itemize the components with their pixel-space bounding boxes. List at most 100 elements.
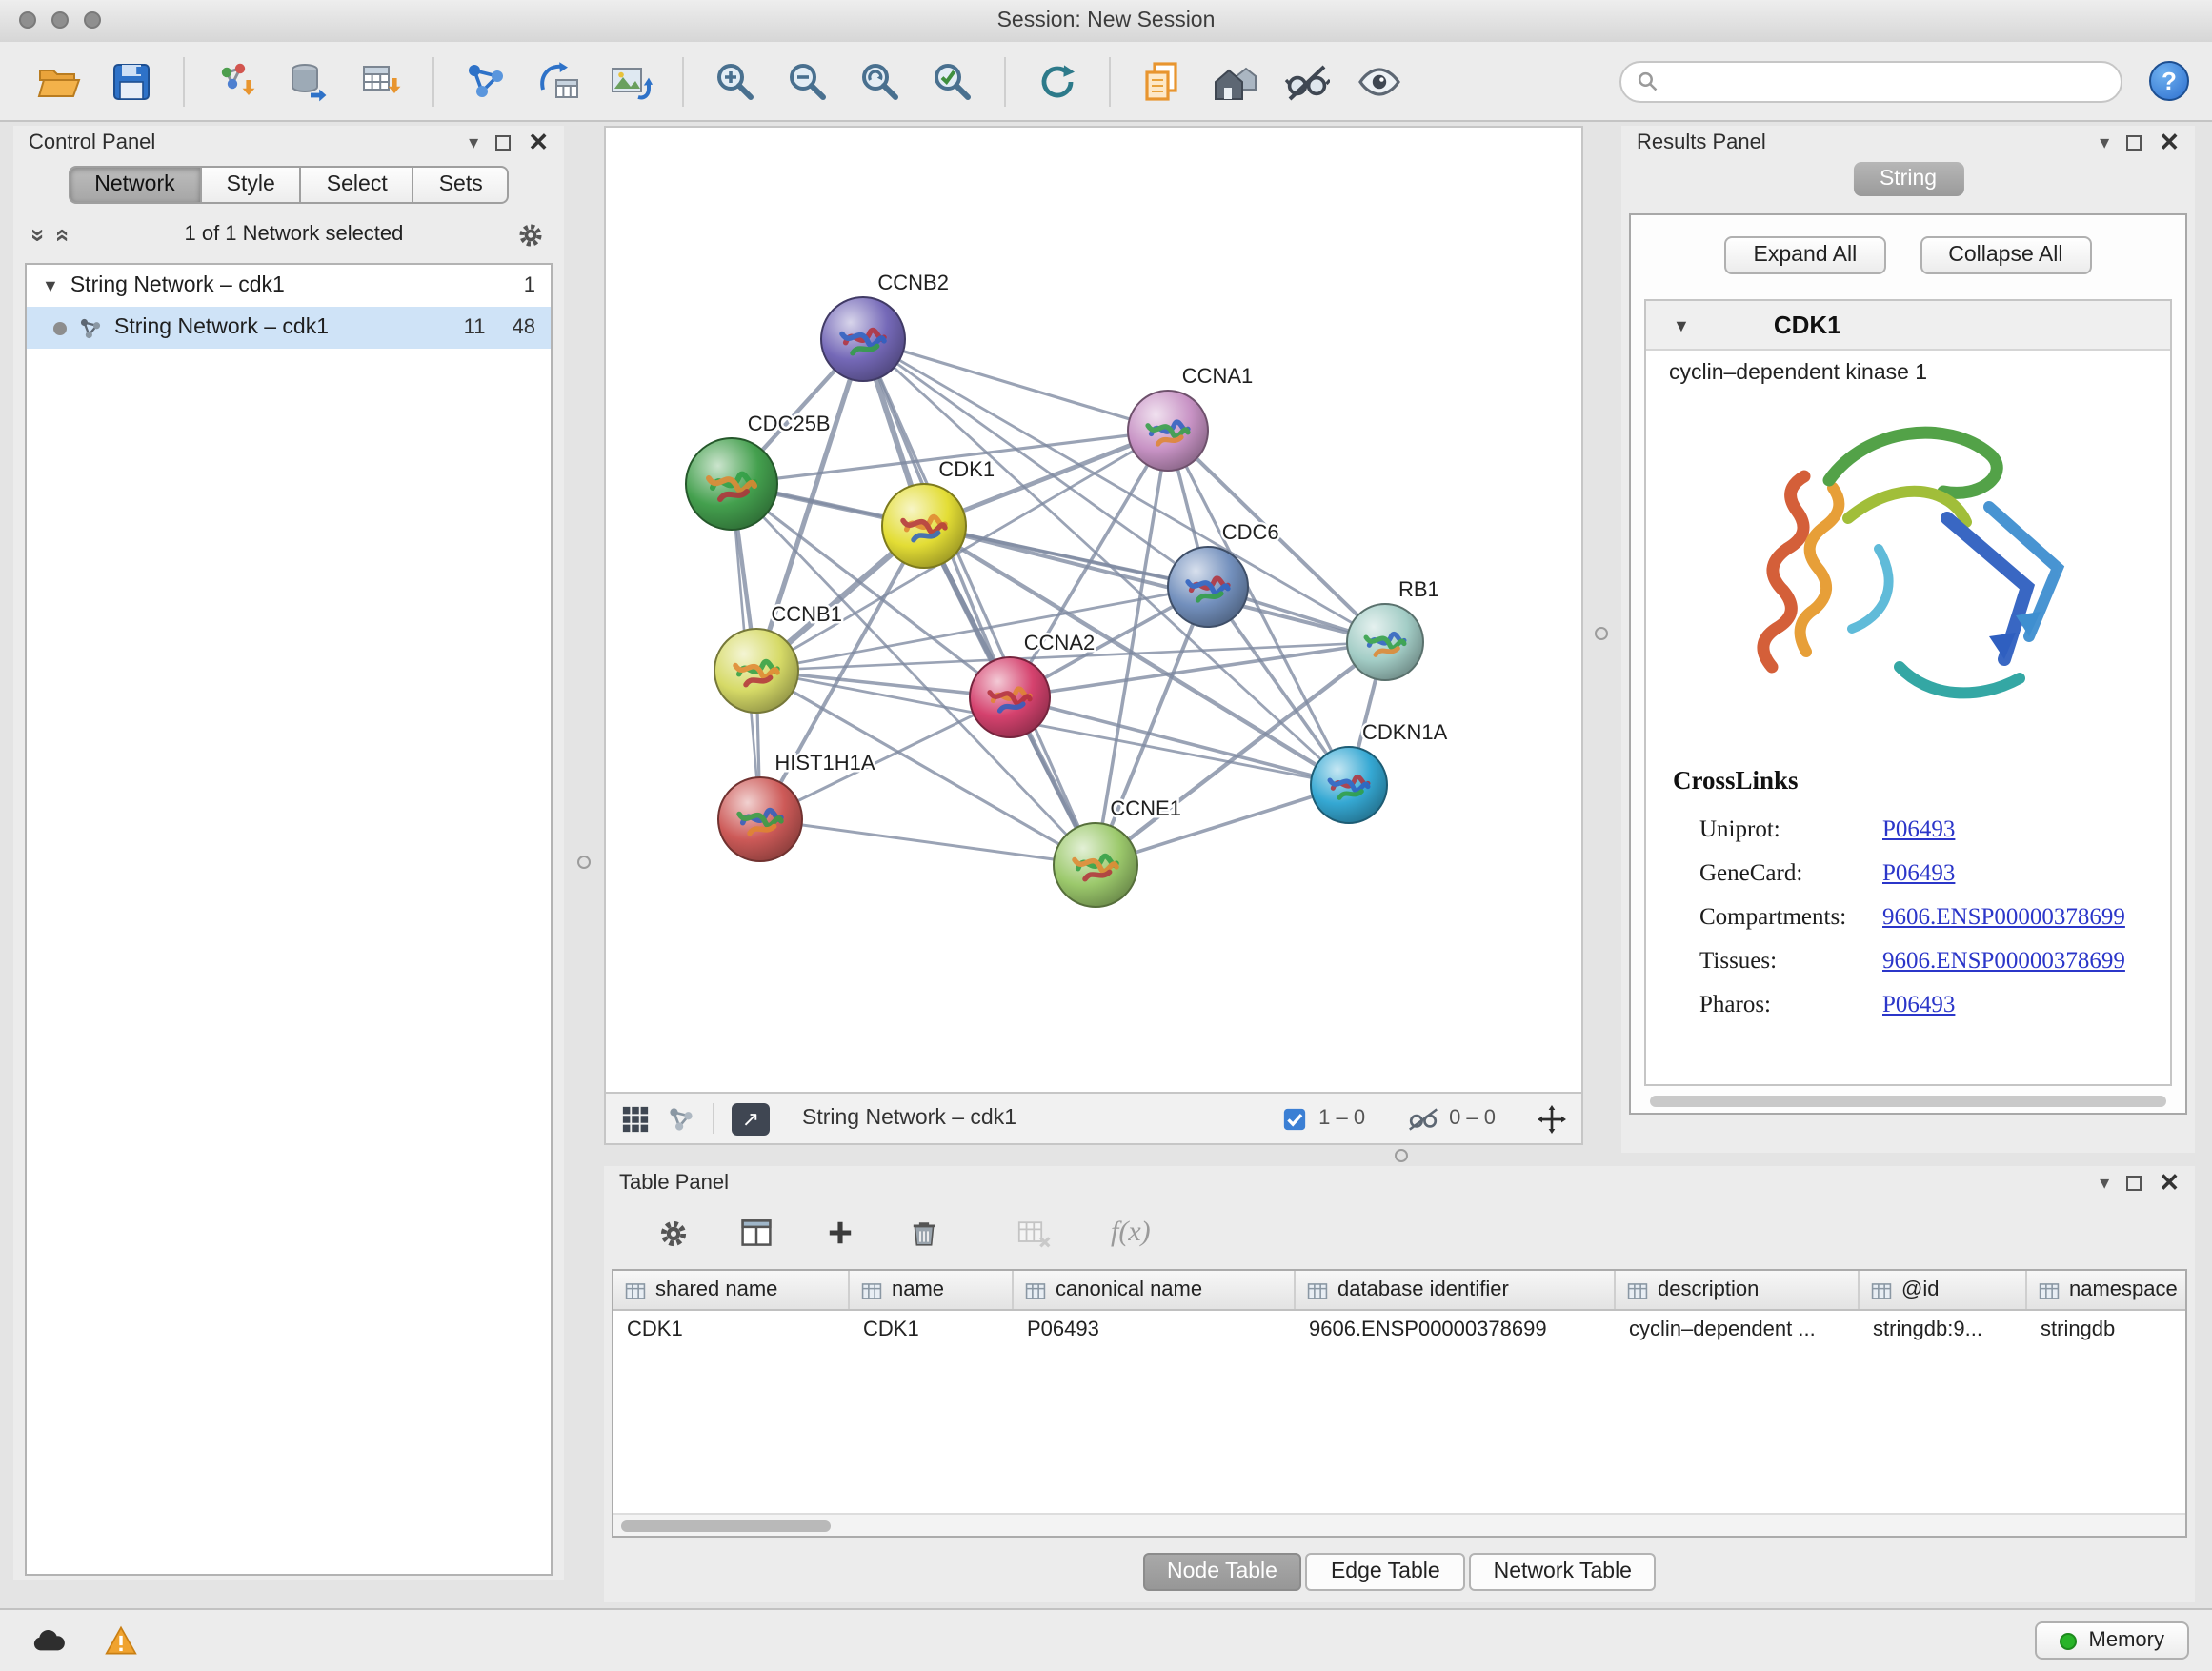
crosslink-uniprot[interactable]: P06493	[1882, 815, 1955, 844]
gear-icon[interactable]	[516, 220, 545, 249]
splitter-handle[interactable]	[1595, 627, 1608, 640]
network-edge-CCNB2-CCNE1[interactable]	[863, 339, 1096, 865]
delete-column-button[interactable]	[901, 1210, 947, 1256]
table-cell[interactable]: P06493	[1014, 1318, 1296, 1340]
collapse-all-button[interactable]: Collapse All	[1920, 236, 2091, 274]
string-confidence-button[interactable]	[1204, 52, 1265, 110]
crosshair-icon[interactable]	[1538, 1104, 1566, 1133]
tab-network[interactable]: Network	[68, 166, 201, 204]
hidden-glasses-icon[interactable]	[1407, 1106, 1438, 1131]
crosslink-tissues[interactable]: 9606.ENSP00000378699	[1882, 947, 2125, 976]
warning-icon	[104, 1625, 136, 1656]
help-button[interactable]: ?	[2149, 61, 2189, 101]
collapse-section-icon[interactable]: ▼	[1673, 315, 1690, 334]
column-header-shared-name[interactable]: shared name	[613, 1271, 850, 1309]
zoom-fit-icon	[857, 58, 903, 104]
network-canvas[interactable]: CCNB2CCNA1CDC25BCDK1CDC6RB1CCNB1CCNA2CDK…	[604, 126, 1583, 1094]
table-cell[interactable]: CDK1	[613, 1318, 850, 1340]
table-cell[interactable]: CDK1	[850, 1318, 1014, 1340]
column-header-namespace[interactable]: namespace	[2027, 1271, 2187, 1309]
birdseye-grid-icon[interactable]	[621, 1104, 650, 1133]
crosslink-genecard[interactable]: P06493	[1882, 859, 1955, 888]
export-network-button[interactable]	[528, 52, 589, 110]
selected-counter: 1 – 0	[1318, 1107, 1365, 1130]
annotations-button[interactable]	[1132, 52, 1193, 110]
close-panel-icon[interactable]: ✕	[2159, 133, 2180, 152]
network-collection-row[interactable]: ▼ String Network – cdk1 1	[27, 265, 551, 307]
selected-checkbox-icon[interactable]	[1282, 1106, 1307, 1131]
tab-edge-table[interactable]: Edge Table	[1306, 1553, 1465, 1591]
table-cell[interactable]: stringdb:9...	[1860, 1318, 2027, 1340]
tab-sets[interactable]: Sets	[414, 166, 510, 204]
tree-expand-icon[interactable]: ▼	[42, 276, 59, 295]
network-edge-CCNB2-CCNA1[interactable]	[863, 339, 1168, 431]
crosslink-compartments[interactable]: 9606.ENSP00000378699	[1882, 903, 2125, 932]
memory-button[interactable]: Memory	[2036, 1621, 2189, 1660]
tab-string[interactable]: String	[1853, 162, 1963, 196]
documents-icon	[1139, 58, 1185, 104]
create-column-button[interactable]	[817, 1210, 863, 1256]
panel-menu-icon[interactable]: ▾	[2100, 1173, 2109, 1194]
show-columns-button[interactable]	[734, 1210, 779, 1256]
table-row[interactable]: CDK1CDK1P064939606.ENSP00000378699cyclin…	[613, 1311, 2185, 1347]
column-header-description[interactable]: description	[1616, 1271, 1860, 1309]
tab-select[interactable]: Select	[302, 166, 414, 204]
zoom-selected-button[interactable]	[922, 52, 983, 110]
tab-node-table[interactable]: Node Table	[1142, 1553, 1302, 1591]
cloud-button[interactable]	[23, 1620, 72, 1661]
table-cell[interactable]: stringdb	[2027, 1318, 2187, 1340]
zoom-fit-button[interactable]	[850, 52, 911, 110]
network-edge-HIST1H1A-CCNE1[interactable]	[760, 819, 1096, 865]
network-edge-CDK1-RB1[interactable]	[924, 526, 1385, 642]
warnings-button[interactable]	[95, 1620, 145, 1661]
tab-network-table[interactable]: Network Table	[1469, 1553, 1657, 1591]
cloud-icon	[30, 1627, 66, 1654]
function-builder-button[interactable]: f(x)	[1111, 1217, 1151, 1249]
search-input[interactable]	[1667, 68, 2105, 94]
close-panel-icon[interactable]: ✕	[2159, 1174, 2180, 1193]
float-panel-icon[interactable]	[2126, 135, 2142, 151]
table-horizontal-scrollbar[interactable]	[613, 1513, 2185, 1536]
string-style-button[interactable]	[1277, 52, 1337, 110]
network-row[interactable]: String Network – cdk1 11 48	[27, 307, 551, 349]
column-header-name[interactable]: name	[850, 1271, 1014, 1309]
network-table-icon	[535, 58, 581, 104]
tab-style[interactable]: Style	[202, 166, 302, 204]
import-network-database-button[interactable]	[278, 52, 339, 110]
column-header-canonical-name[interactable]: canonical name	[1014, 1271, 1296, 1309]
crosslink-pharos[interactable]: P06493	[1882, 991, 1955, 1019]
import-network-file-button[interactable]	[206, 52, 267, 110]
panel-menu-icon[interactable]: ▾	[2100, 132, 2109, 153]
toolbar-separator	[183, 56, 185, 106]
save-session-button[interactable]	[101, 52, 162, 110]
float-panel-icon[interactable]	[2126, 1176, 2142, 1191]
open-session-button[interactable]	[29, 52, 90, 110]
open-in-window-button[interactable]: ↗	[732, 1102, 770, 1135]
close-panel-icon[interactable]: ✕	[528, 133, 549, 152]
splitter-handle[interactable]	[1395, 1149, 1408, 1162]
search-box[interactable]	[1619, 60, 2122, 102]
show-graphics-details-button[interactable]	[1349, 52, 1410, 110]
import-table-button[interactable]	[351, 52, 412, 110]
column-header-database-identifier[interactable]: database identifier	[1296, 1271, 1616, 1309]
collection-label: String Network – cdk1	[70, 274, 285, 297]
expand-all-icon[interactable]: «	[50, 228, 79, 241]
delete-table-button[interactable]	[1012, 1210, 1057, 1256]
splitter-handle[interactable]	[577, 856, 591, 869]
scrollbar-thumb[interactable]	[621, 1520, 831, 1532]
zoom-in-button[interactable]	[705, 52, 766, 110]
column-header--id[interactable]: @id	[1860, 1271, 2027, 1309]
zoom-out-button[interactable]	[777, 52, 838, 110]
expand-all-button[interactable]: Expand All	[1725, 236, 1886, 274]
new-network-from-selection-button[interactable]	[455, 52, 516, 110]
network-share-icon[interactable]	[667, 1104, 695, 1133]
table-settings-button[interactable]	[650, 1210, 695, 1256]
table-cell[interactable]: cyclin–dependent ...	[1616, 1318, 1860, 1340]
results-scrollbar[interactable]	[1650, 1096, 2166, 1107]
float-panel-icon[interactable]	[495, 135, 511, 151]
export-image-button[interactable]	[600, 52, 661, 110]
gene-section-header[interactable]: ▼ CDK1	[1646, 301, 2170, 351]
apply-preferred-layout-button[interactable]	[1027, 52, 1088, 110]
panel-menu-icon[interactable]: ▾	[469, 132, 478, 153]
table-cell[interactable]: 9606.ENSP00000378699	[1296, 1318, 1616, 1340]
